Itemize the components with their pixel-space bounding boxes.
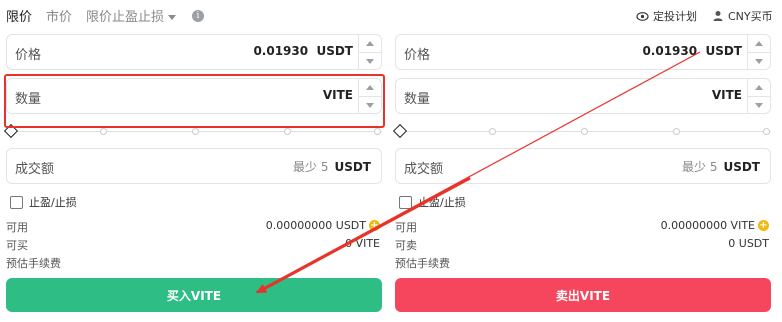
annotation-arrow-thick bbox=[256, 176, 471, 294]
annotation-arrows bbox=[255, 51, 701, 294]
